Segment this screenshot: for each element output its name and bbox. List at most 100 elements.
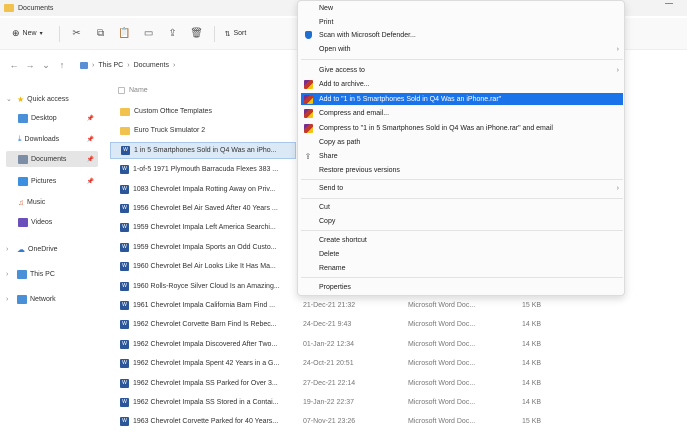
word-doc-icon: W: [120, 320, 129, 330]
menu-item-rename[interactable]: Rename: [301, 262, 623, 274]
file-date: 01-Jan-22 12:34: [303, 340, 354, 348]
rename-icon: ▭: [143, 28, 154, 39]
menu-item-copy[interactable]: Copy: [301, 215, 623, 227]
menu-item-compress-email[interactable]: Compress and email...: [301, 107, 623, 119]
chevron-right-icon: ›: [616, 45, 619, 53]
menu-item-restore-versions[interactable]: Restore previous versions: [301, 164, 623, 176]
sort-button[interactable]: ⇅ Sort: [225, 30, 247, 38]
winrar-icon: [303, 79, 313, 89]
menu-item-print[interactable]: Print: [301, 16, 623, 28]
sidebar-onedrive[interactable]: › ☁ OneDrive: [6, 241, 98, 257]
menu-item-label: Send to: [319, 184, 344, 192]
menu-item-add-archive[interactable]: Add to archive...: [301, 78, 623, 90]
share-button[interactable]: ⇪: [166, 27, 180, 41]
menu-item-cut[interactable]: Cut: [301, 201, 623, 213]
menu-item-open-with[interactable]: Open with ›: [301, 43, 623, 55]
menu-item-label: Properties: [319, 283, 351, 291]
menu-item-create-shortcut[interactable]: Create shortcut: [301, 234, 623, 246]
sidebar-item-documents[interactable]: Documents 📌: [6, 151, 98, 167]
file-row[interactable]: W 1961 Chevrolet Impala California Barn F…: [110, 297, 687, 314]
menu-item-scan-defender[interactable]: Scan with Microsoft Defender...: [301, 29, 623, 41]
pc-icon: [80, 61, 88, 69]
toolbar-divider: [213, 25, 215, 42]
sidebar-item-label: Documents: [31, 155, 67, 163]
minimize-button[interactable]: [665, 3, 673, 5]
word-doc-icon: W: [120, 242, 129, 252]
clipboard-icon: 📋: [118, 28, 131, 39]
chevron-down-icon: ⌄: [42, 59, 50, 70]
sidebar-item-videos[interactable]: Videos: [18, 214, 98, 230]
column-header-name[interactable]: Name: [118, 84, 148, 96]
back-button[interactable]: ←: [6, 57, 22, 73]
delete-button[interactable]: 🗑: [190, 27, 204, 41]
sidebar-quick-access[interactable]: ⌄ ★ Quick access: [6, 91, 98, 107]
file-row[interactable]: W 1962 Chevrolet Impala SS Stored in a Co…: [110, 394, 687, 411]
crumb-separator: ›: [173, 61, 176, 69]
menu-item-send-to[interactable]: Send to ›: [301, 182, 623, 194]
word-doc-icon: W: [120, 301, 129, 310]
file-date: 24-Dec-21 9:43: [303, 321, 352, 329]
crumb-separator: ›: [92, 61, 95, 69]
new-button-label: New: [22, 30, 37, 37]
sidebar-network[interactable]: › Network: [6, 291, 98, 307]
menu-item-label: Create shortcut: [319, 236, 367, 244]
file-name-cell: W 1960 Rolls-Royce Silver Cloud Is an Ama…: [120, 281, 298, 291]
scissors-icon: ✂: [72, 28, 81, 39]
up-button[interactable]: ↑: [54, 57, 70, 73]
sidebar-this-pc[interactable]: › This PC: [6, 266, 98, 282]
file-name: 1 in 5 Smartphones Sold in Q4 Was an iPh…: [134, 146, 277, 154]
sidebar-item-downloads[interactable]: ⤓ Downloads 📌: [18, 131, 98, 147]
file-name: 1956 Chevrolet Bel Air Saved After 40 Ye…: [133, 205, 278, 212]
window-title-text: Documents: [18, 4, 54, 12]
menu-item-properties[interactable]: Properties: [301, 281, 623, 293]
arrow-right-icon: →: [25, 60, 35, 70]
column-checkbox[interactable]: [118, 86, 125, 94]
breadcrumb-documents[interactable]: Documents: [134, 62, 169, 69]
folder-icon: [120, 126, 130, 135]
pin-icon: 📌: [86, 136, 94, 143]
copy-button[interactable]: ⧉: [94, 27, 108, 41]
menu-item-copy-as-path[interactable]: Copy as path: [301, 136, 623, 148]
menu-item-label: Delete: [319, 250, 340, 258]
file-name-cell: W 1960 Chevrolet Bel Air Looks Like It Ha…: [120, 262, 298, 272]
pc-icon: [17, 269, 27, 279]
file-type: Microsoft Word Doc...: [408, 321, 476, 329]
menu-item-delete[interactable]: Delete: [301, 248, 623, 260]
menu-item-label: Cut: [319, 203, 330, 211]
file-row[interactable]: W 1 in 5 Smartphones Sold in Q4 Was an iP…: [110, 141, 296, 159]
file-name: 1-of-5 1971 Plymouth Barracuda Flexes 38…: [133, 166, 279, 174]
file-name-cell: W 1963 Chevrolet Corvette Parked for 40 Y…: [120, 417, 298, 427]
menu-item-share[interactable]: ⇪ Share: [301, 150, 623, 162]
breadcrumb-this-pc[interactable]: This PC: [98, 62, 123, 69]
word-doc-icon: W: [120, 339, 129, 349]
menu-item-compress-rar-email[interactable]: Compress to "1 in 5 Smartphones Sold in …: [301, 122, 623, 134]
file-name: 1962 Chevrolet Impala Spent 42 Years in …: [133, 360, 280, 368]
star-icon: ★: [17, 94, 25, 104]
cut-button[interactable]: ✂: [70, 27, 84, 41]
menu-item-give-access[interactable]: Give access to ›: [301, 64, 623, 76]
sort-button-label: Sort: [233, 30, 247, 37]
file-row[interactable]: W 1963 Chevrolet Corvette Parked for 40 Y…: [110, 413, 687, 430]
file-name-cell: W 1083 Chevrolet Impala Rotting Away on P…: [120, 184, 298, 194]
file-row[interactable]: W 1962 Chevrolet Impala Discovered After …: [110, 336, 687, 353]
paste-button[interactable]: 📋: [118, 27, 132, 41]
share-icon: ⇪: [168, 28, 177, 39]
rename-button[interactable]: ▭: [142, 27, 156, 41]
menu-item-add-to-rar[interactable]: Add to "1 in 5 Smartphones Sold in Q4 Wa…: [301, 93, 623, 105]
winrar-icon: [303, 108, 313, 118]
menu-item-new[interactable]: New: [301, 2, 623, 14]
new-button[interactable]: ⊕ New ▾: [6, 24, 49, 43]
file-row[interactable]: W 1962 Chevrolet Impala Spent 42 Years in…: [110, 355, 687, 372]
menu-item-label: Share: [319, 152, 338, 160]
word-doc-icon: W: [120, 378, 129, 388]
sidebar-item-music[interactable]: ♫ Music: [18, 194, 98, 210]
file-row[interactable]: W 1962 Chevrolet Corvette Barn Find Is Re…: [110, 316, 687, 333]
sidebar-item-pictures[interactable]: Pictures 📌: [18, 173, 98, 189]
forward-button[interactable]: →: [22, 57, 38, 73]
file-name-cell: W 1961 Chevrolet Impala California Barn F…: [120, 301, 298, 310]
recent-locations-button[interactable]: ⌄: [38, 57, 54, 73]
winrar-icon: [303, 94, 313, 104]
file-row[interactable]: W 1962 Chevrolet Impala SS Parked for Ove…: [110, 375, 687, 392]
sidebar-item-desktop[interactable]: Desktop 📌: [18, 110, 98, 126]
pin-icon: 📌: [86, 156, 94, 163]
